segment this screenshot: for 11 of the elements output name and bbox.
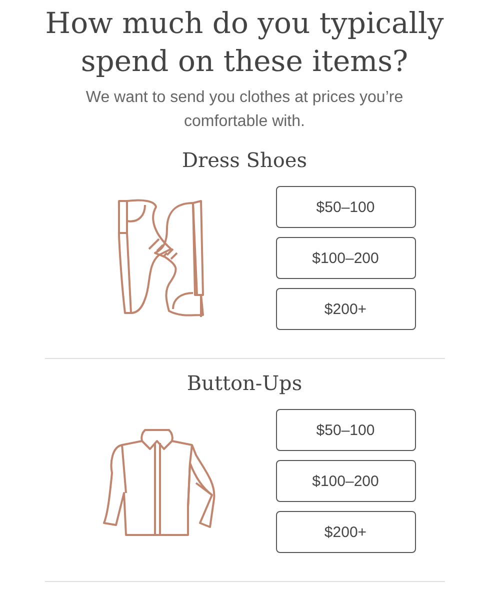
- page-title: How much do you typically spend on these items?: [44, 5, 444, 80]
- price-option-button[interactable]: $200+: [276, 288, 416, 330]
- price-option-button[interactable]: $100–200: [276, 460, 416, 502]
- page-subtitle: We want to send you clothes at prices you’re comfortable with.: [84, 88, 404, 132]
- category-heading: Button-Ups: [186, 371, 304, 395]
- price-option-button[interactable]: $100–200: [276, 237, 416, 279]
- price-option-button[interactable]: $50–100: [276, 186, 416, 228]
- price-option-button[interactable]: $200+: [276, 511, 416, 553]
- price-option-button[interactable]: $50–100: [276, 409, 416, 451]
- shoes-icon: [115, 199, 205, 317]
- category-heading: Dress Shoes: [180, 148, 308, 172]
